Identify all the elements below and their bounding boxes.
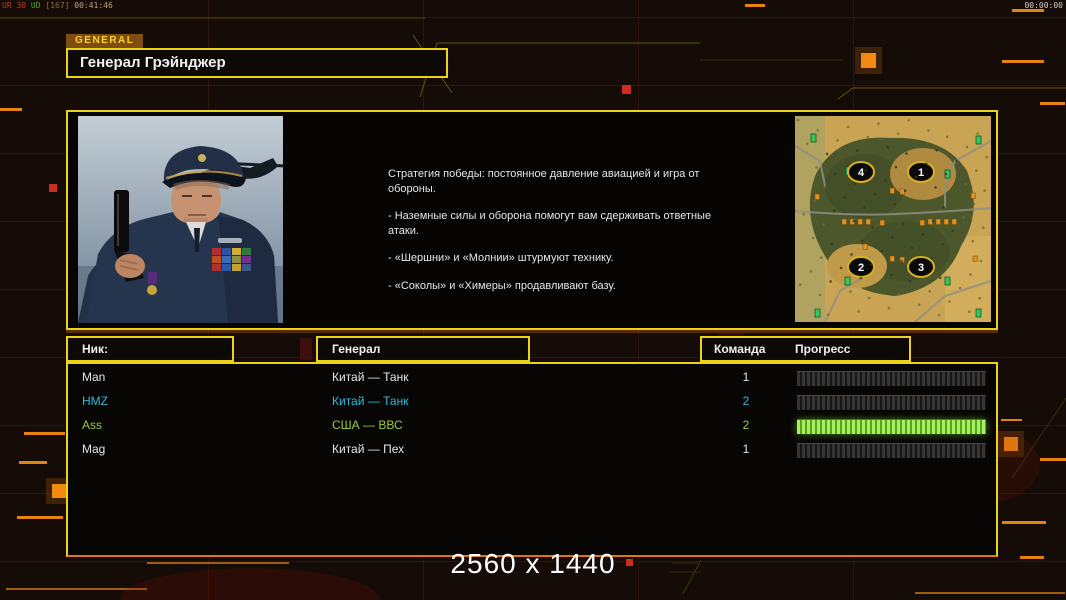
svg-text:3: 3 [918, 262, 924, 274]
debug-stats-text: UR 30 UD [167] 00:41:46 [2, 1, 113, 10]
player-row: Ass США — ВВС 2 [68, 414, 996, 438]
player-nick: Ass [82, 418, 103, 432]
column-header-team-progress: Команда Прогресс [700, 336, 911, 362]
briefing-paragraph: - Наземные силы и оборона помогут вам сд… [388, 210, 712, 237]
column-header-team: Команда [714, 342, 766, 356]
player-progress-bar [797, 371, 986, 387]
column-header-nick: Ник: [66, 336, 234, 362]
strategy-briefing-text: Стратегия победы: постоянное давление ав… [388, 167, 723, 306]
player-progress-bar [797, 419, 986, 435]
match-timer: 00:00:00 [1024, 1, 1063, 10]
player-nick: Man [82, 370, 106, 384]
player-progress-bar [797, 443, 986, 459]
briefing-paragraph: - «Соколы» и «Химеры» продавливают базу. [388, 279, 616, 292]
player-row: HMZ Китай — Танк 2 [68, 390, 996, 414]
loading-screen: UR 30 UD [167] 00:41:46 00:00:00 GENERAL… [0, 0, 1066, 600]
general-portrait [78, 116, 287, 323]
player-team: 2 [742, 394, 750, 408]
player-team: 1 [742, 442, 750, 456]
general-name-title: Генерал Грэйнджер [66, 48, 448, 78]
svg-text:1: 1 [918, 167, 924, 179]
player-general: Китай — Пех [332, 442, 405, 456]
column-header-general: Генерал [316, 336, 530, 362]
players-table: Man Китай — Танк 1 HMZ Китай — Танк 2 Ass США —… [66, 362, 998, 557]
player-row: Mag Китай — Пех 1 [68, 438, 996, 462]
player-row: Man Китай — Танк 1 [68, 366, 996, 390]
briefing-panel: Стратегия победы: постоянное давление ав… [66, 110, 998, 330]
player-progress-bar [797, 395, 986, 411]
resolution-overlay-text: 2560 x 1440 [450, 548, 616, 579]
player-nick: HMZ [82, 394, 108, 408]
general-tab-label: GENERAL [66, 34, 144, 48]
column-header-progress: Прогресс [795, 342, 851, 356]
player-team: 2 [742, 418, 750, 432]
briefing-paragraph: Стратегия победы: постоянное давление ав… [388, 168, 700, 195]
svg-text:2: 2 [858, 262, 864, 274]
briefing-paragraph: - «Шершни» и «Молнии» штурмуют технику. [388, 252, 614, 265]
player-nick: Mag [82, 442, 106, 456]
player-general: Китай — Танк [332, 394, 409, 408]
player-general: Китай — Танк [332, 370, 409, 384]
player-general: США — ВВС [332, 418, 403, 432]
player-team: 1 [742, 370, 750, 384]
svg-text:4: 4 [858, 167, 865, 179]
map-preview: 1 2 3 4 [794, 116, 992, 323]
